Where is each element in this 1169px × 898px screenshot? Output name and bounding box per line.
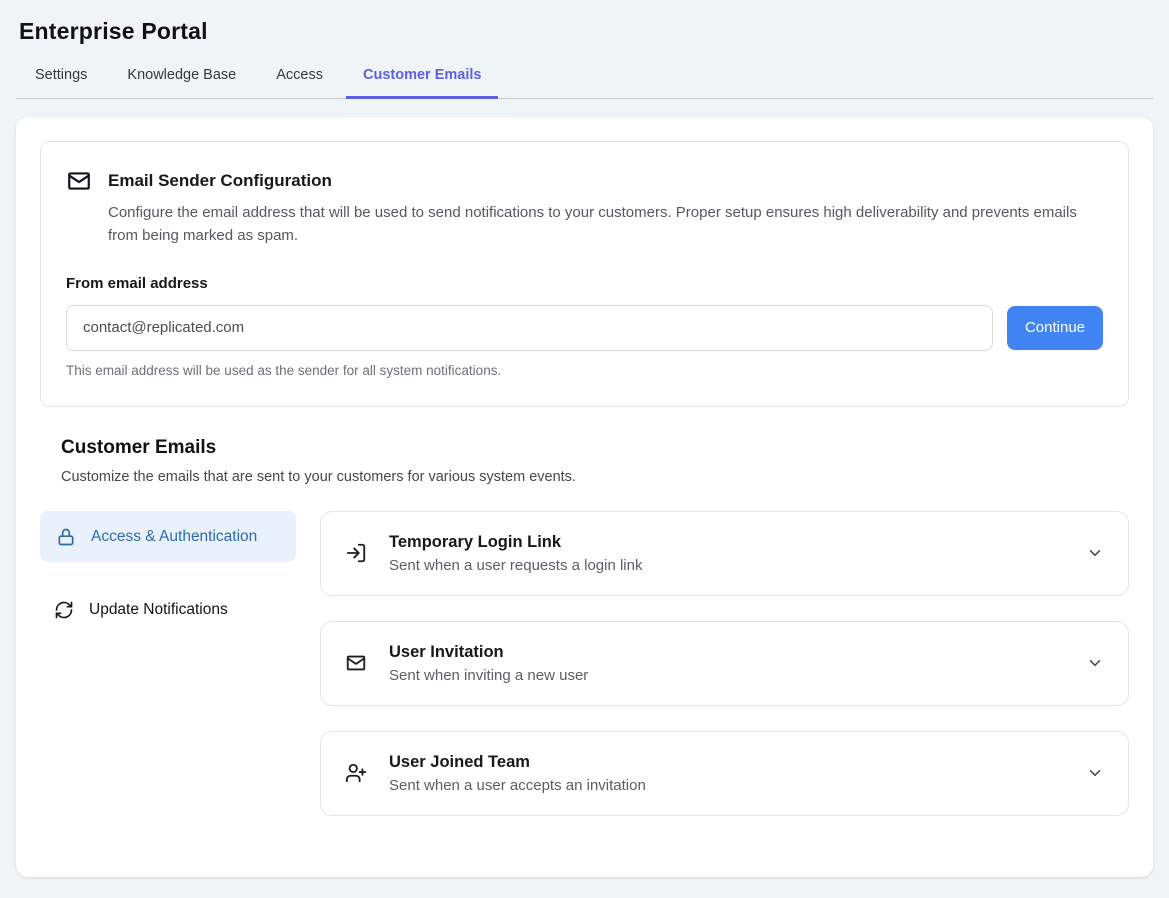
template-text: Temporary Login Link Sent when a user re…: [389, 533, 642, 574]
category-label: Access & Authentication: [91, 525, 257, 548]
sender-config-description: Configure the email address that will be…: [108, 201, 1093, 248]
category-update-notifications[interactable]: Update Notifications: [40, 586, 296, 633]
mail-icon: [345, 652, 367, 674]
template-subtitle: Sent when a user accepts an invitation: [389, 777, 646, 794]
tab-customer-emails[interactable]: Customer Emails: [346, 67, 498, 98]
chevron-down-icon[interactable]: [1086, 544, 1104, 562]
chevron-down-icon[interactable]: [1086, 764, 1104, 782]
category-label: Update Notifications: [89, 598, 228, 621]
template-subtitle: Sent when inviting a new user: [389, 667, 588, 684]
customer-emails-subtitle: Customize the emails that are sent to yo…: [61, 469, 1129, 485]
email-template-list: Temporary Login Link Sent when a user re…: [320, 511, 1129, 816]
template-title: Temporary Login Link: [389, 533, 642, 552]
tab-access[interactable]: Access: [259, 67, 340, 98]
customer-emails-section: Customer Emails Customize the emails tha…: [40, 437, 1129, 816]
chevron-down-icon[interactable]: [1086, 654, 1104, 672]
from-email-label: From email address: [66, 275, 1103, 292]
category-access-authentication[interactable]: Access & Authentication: [40, 511, 296, 562]
template-text: User Joined Team Sent when a user accept…: [389, 753, 646, 794]
from-email-input[interactable]: [66, 305, 993, 351]
tab-bar: Settings Knowledge Base Access Customer …: [16, 67, 1153, 99]
page-header: Enterprise Portal: [0, 0, 1169, 45]
mail-icon: [66, 168, 92, 194]
user-plus-icon: [345, 762, 367, 784]
template-subtitle: Sent when a user requests a login link: [389, 557, 642, 574]
sender-config-header: Email Sender Configuration: [66, 168, 1103, 194]
main-panel: Email Sender Configuration Configure the…: [16, 117, 1153, 877]
refresh-icon: [54, 600, 74, 620]
template-card-user-invitation[interactable]: User Invitation Sent when inviting a new…: [320, 621, 1129, 706]
email-category-list: Access & Authentication Update Notificat…: [40, 511, 296, 634]
log-in-icon: [345, 542, 367, 564]
template-card-temporary-login-link[interactable]: Temporary Login Link Sent when a user re…: [320, 511, 1129, 596]
tab-knowledge-base[interactable]: Knowledge Base: [110, 67, 253, 98]
template-title: User Joined Team: [389, 753, 646, 772]
tab-settings[interactable]: Settings: [18, 67, 104, 98]
lock-icon: [56, 527, 76, 547]
template-title: User Invitation: [389, 643, 588, 662]
page-title: Enterprise Portal: [19, 18, 1150, 45]
template-text: User Invitation Sent when inviting a new…: [389, 643, 588, 684]
customer-emails-title: Customer Emails: [61, 437, 1129, 459]
sender-config-title: Email Sender Configuration: [108, 171, 332, 191]
template-card-user-joined-team[interactable]: User Joined Team Sent when a user accept…: [320, 731, 1129, 816]
from-email-row: Continue: [66, 305, 1103, 351]
email-sender-config-card: Email Sender Configuration Configure the…: [40, 141, 1129, 407]
from-email-helper-text: This email address will be used as the s…: [66, 363, 1103, 378]
continue-button[interactable]: Continue: [1007, 306, 1103, 350]
